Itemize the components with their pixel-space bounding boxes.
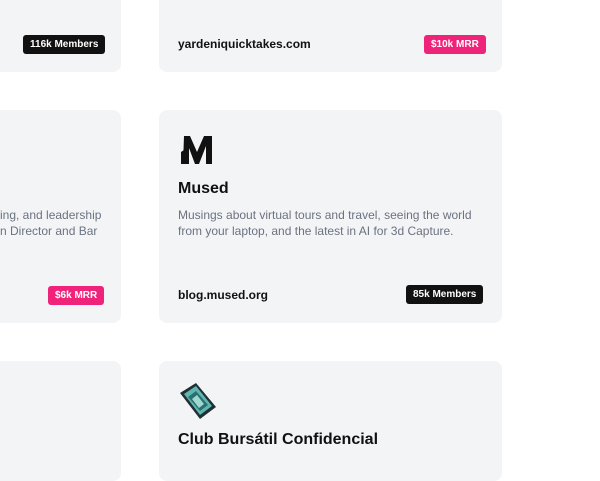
club-bursatil-logo-icon	[178, 381, 218, 421]
card-description-line: n Director and Bar	[0, 224, 98, 238]
mrr-badge: $10k MRR	[424, 35, 486, 54]
club-bursatil-card[interactable]: Club Bursátil Confidencial	[159, 361, 502, 481]
card-domain-link[interactable]: yardeniquicktakes.com	[178, 37, 311, 51]
card-title[interactable]: Mused	[178, 180, 229, 198]
mrr-badge: $6k MRR	[48, 286, 105, 305]
newsletter-card[interactable]: 116k Members	[0, 0, 121, 72]
mused-logo-icon	[179, 132, 215, 166]
card-domain-link[interactable]: blog.mused.org	[178, 288, 268, 302]
card-description: Musings about virtual tours and travel, …	[178, 208, 472, 238]
card-description-line: ing, and leadership	[0, 208, 102, 222]
members-badge: 85k Members	[406, 285, 484, 304]
members-badge: 116k Members	[23, 35, 106, 54]
newsletter-card[interactable]: ing, and leadership n Director and Bar $…	[0, 110, 121, 323]
card-title[interactable]: Club Bursátil Confidencial	[178, 431, 378, 449]
newsletter-card[interactable]: yardeniquicktakes.com $10k MRR	[159, 0, 502, 72]
mused-card[interactable]: Mused Musings about virtual tours and tr…	[159, 110, 502, 323]
newsletter-card[interactable]	[0, 361, 121, 481]
